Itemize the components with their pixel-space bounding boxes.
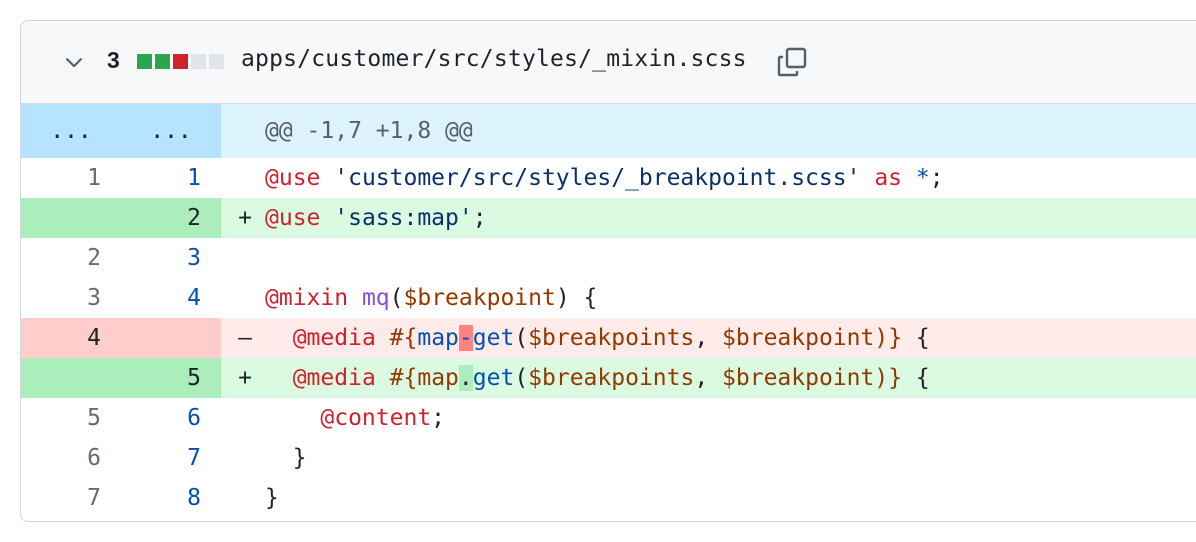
- diffstat: [137, 54, 224, 69]
- code-line: @mixin mq($breakpoint) {: [265, 285, 598, 311]
- new-line-number[interactable]: 8: [121, 478, 201, 518]
- diff-line: 1 1 @use 'customer/src/styles/_breakpoin…: [21, 158, 1196, 198]
- diffstat-added-block: [155, 54, 170, 69]
- hunk-header-row: ... ... @@ -1,7 +1,8 @@: [21, 104, 1196, 158]
- diffstat-added-block: [137, 54, 152, 69]
- diff-line: 3 4 @mixin mq($breakpoint) {: [21, 278, 1196, 318]
- changes-count: 3: [107, 47, 120, 73]
- old-line-number[interactable]: 3: [21, 278, 101, 318]
- old-line-number[interactable]: 6: [21, 438, 101, 478]
- diff-line: 5 6 @content;: [21, 398, 1196, 438]
- new-line-number[interactable]: 1: [121, 158, 201, 198]
- old-line-number[interactable]: 2: [21, 238, 101, 278]
- new-line-number[interactable]: 7: [121, 438, 201, 478]
- new-line-number[interactable]: 4: [121, 278, 201, 318]
- code-line: }: [292, 445, 307, 471]
- diff-line-deleted: 4 – @media #{map-get($breakpoints, $brea…: [21, 318, 1196, 358]
- add-marker: +: [238, 365, 252, 391]
- add-marker: +: [238, 205, 252, 231]
- code-line: @media #{map-get($breakpoints, $breakpoi…: [292, 325, 930, 351]
- diffstat-neutral-block: [191, 54, 206, 69]
- diff-line: 7 8 }: [21, 478, 1196, 518]
- old-line-number[interactable]: 7: [21, 478, 101, 518]
- new-line-number[interactable]: 2: [121, 198, 201, 238]
- code-line: }: [265, 485, 279, 511]
- chevron-down-icon[interactable]: [63, 51, 85, 73]
- old-line-number[interactable]: 4: [21, 318, 101, 358]
- hunk-expand-right[interactable]: ...: [121, 104, 221, 158]
- diffstat-neutral-block: [209, 54, 224, 69]
- old-line-number[interactable]: 1: [21, 158, 101, 198]
- new-line-number[interactable]: 3: [121, 238, 201, 278]
- code-line: @use 'sass:map';: [265, 205, 487, 231]
- diffstat-deleted-block: [173, 54, 188, 69]
- delete-marker: –: [238, 325, 252, 351]
- old-line-number[interactable]: 5: [21, 398, 101, 438]
- diff-line-added: 5 + @media #{map.get($breakpoints, $brea…: [21, 358, 1196, 398]
- new-line-number[interactable]: 6: [121, 398, 201, 438]
- old-line-number[interactable]: [21, 198, 101, 238]
- code-line: @use 'customer/src/styles/_breakpoint.sc…: [265, 165, 944, 191]
- new-line-number[interactable]: [121, 318, 201, 358]
- hunk-expand-left[interactable]: ...: [21, 104, 121, 158]
- new-line-number[interactable]: 5: [121, 358, 201, 398]
- old-line-number[interactable]: [21, 358, 101, 398]
- diff-line: 6 7 }: [21, 438, 1196, 478]
- code-line: @media #{map.get($breakpoints, $breakpoi…: [292, 365, 930, 391]
- file-path[interactable]: apps/customer/src/styles/_mixin.scss: [241, 46, 747, 72]
- diff-file: 3 apps/customer/src/styles/_mixin.scss .…: [20, 20, 1196, 522]
- hunk-header: @@ -1,7 +1,8 @@: [265, 118, 473, 144]
- diff-line-added: 2 + @use 'sass:map';: [21, 198, 1196, 238]
- code-line: @content;: [320, 405, 446, 431]
- copy-icon[interactable]: [775, 45, 809, 79]
- diff-line: 2 3: [21, 238, 1196, 278]
- file-header: 3 apps/customer/src/styles/_mixin.scss: [21, 21, 1196, 104]
- diff-table: ... ... @@ -1,7 +1,8 @@ 1 1 @use 'custom…: [21, 104, 1196, 518]
